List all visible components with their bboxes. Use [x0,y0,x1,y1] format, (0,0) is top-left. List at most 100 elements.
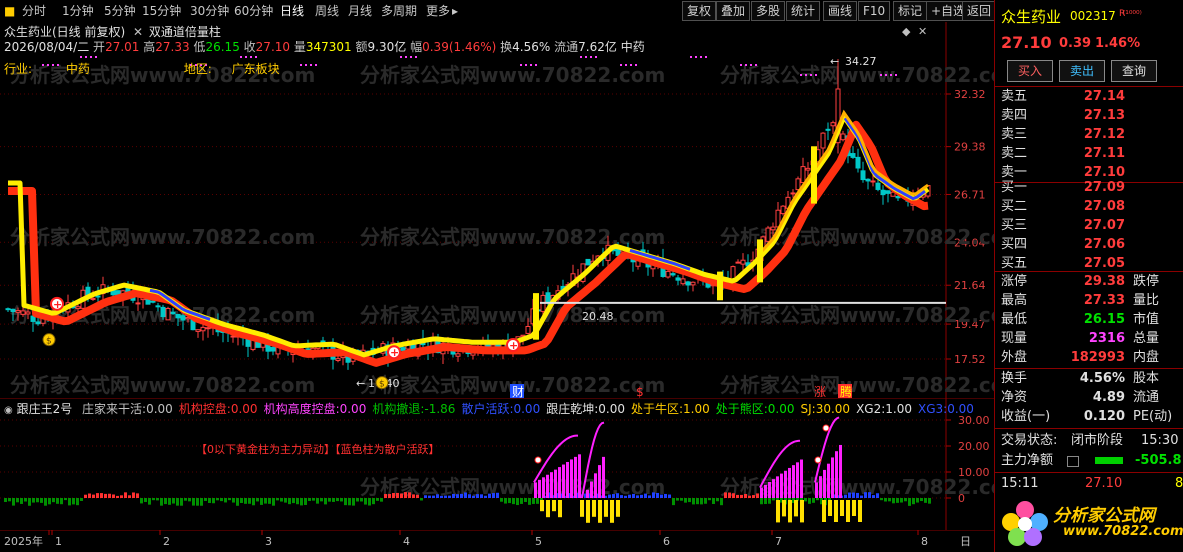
ind-bar [112,494,115,498]
gold-bar-2 [800,500,804,523]
ind-item-value: 0.00 [767,402,795,416]
ind-bar [912,498,915,505]
period-tab-2[interactable]: 5分钟 [104,3,136,19]
kline-chart[interactable]: 32.3229.3826.7124.0421.6419.4717.52分析家公式… [0,22,994,402]
period-tab-3[interactable]: 15分钟 [142,3,181,19]
toolbar-button-0[interactable]: 复权 [682,1,717,21]
watermark-3: 分析家公式网www.70822.com [10,225,315,249]
amt-label: 额 [355,40,368,54]
indicator-title[interactable]: 跟庄王2号 [17,402,73,416]
toolbar-button-8[interactable]: 返回 [962,1,997,21]
trade-status-row: 交易状态: 闭市阶段 15:30 [995,431,1183,450]
gold-bar-2 [794,500,798,517]
candle-body [170,311,176,315]
ind-signal-icon-0 [534,456,542,464]
coin-sign-0: $ [46,337,52,347]
period-tab-0[interactable]: 分时 [22,3,46,19]
ind-bar [340,498,343,502]
ind-bar [868,492,871,498]
diamond-icon[interactable]: ◆ [902,25,910,38]
ind-bar [652,492,655,498]
ind-bar [460,493,463,498]
candle-body [665,270,671,278]
window-close-icon[interactable]: ✕ [918,25,927,38]
magenta-bar-3 [835,451,838,498]
signal-dot-6-3 [535,64,537,66]
ind-bar [664,493,667,498]
ind-item-10: XG3:0.00 [918,402,974,416]
ind-bar [64,498,67,501]
sell-button[interactable]: 卖出 [1059,60,1105,82]
signal-dot-1-2 [90,56,92,58]
period-tab-1[interactable]: 1分钟 [62,3,94,19]
candle-body [15,310,21,313]
candle-body [865,178,871,182]
time-label-7: 7 [775,535,782,548]
ind-bar [212,498,215,504]
magenta-bar-3 [831,457,834,498]
signal-dot-7-2 [590,56,592,58]
period-tab-8[interactable]: 月线 [348,3,372,19]
region-value: 广东板块 [231,62,280,76]
period-tab-7[interactable]: 周线 [315,3,339,19]
ind-bar [8,498,11,502]
ind-item-4: 散户活跃:0.00 [461,402,540,416]
period-tab-6[interactable]: 日线 [280,3,304,19]
toolbar-button-5[interactable]: F10 [858,1,891,21]
ind-bar [692,498,695,505]
ind-bar [716,498,719,502]
ind-bar [528,498,531,505]
ind-bar [680,498,683,501]
period-tab-5[interactable]: 60分钟 [234,3,273,19]
candle-body [35,321,41,325]
gold-bar-1 [616,500,620,517]
period-tab-10[interactable]: 更多 [426,3,450,19]
magenta-bar-1 [602,456,605,498]
period-tab-9[interactable]: 多周期 [381,3,417,19]
query-button[interactable]: 查询 [1111,60,1157,82]
ind-bar [532,498,535,504]
flow-chart-icon[interactable] [1067,456,1079,467]
candle-body [670,273,676,276]
logo-text: 分析家公式网 [1053,506,1155,526]
bid-row-2-label: 买三 [1001,218,1028,233]
ind-bar [916,498,919,503]
ind-bar [388,494,391,498]
bid-row-0-label: 买一 [1001,180,1028,195]
stat-row-1-value: 27.33 [1083,293,1125,308]
volume-highlight-bar-2 [811,146,817,204]
stat2-row-1-label: 净资 [1001,390,1028,405]
more-caret-icon[interactable]: ▸ [452,3,458,19]
magenta-bar-2 [760,487,763,498]
ind-item-1: 机构控盘:0.00 [179,402,258,416]
toolbar-button-3[interactable]: 统计 [786,1,821,21]
toolbar-button-1[interactable]: 叠加 [716,1,751,21]
menu-square-icon[interactable]: ■ [4,3,15,19]
indicator-chart[interactable]: 30.0020.0010.000分析家公式网www.70822.com 分析家公式… [0,398,994,530]
indicator-settings-icon[interactable]: ◉ [4,405,13,416]
magenta-bar-0 [554,469,557,498]
ind-bar [616,493,619,498]
ind-bar [704,498,707,504]
candle-body [780,205,786,215]
indicator-name[interactable]: 双通道倍量柱 [149,25,221,39]
bid-row-3: 买四 27.06 [995,235,1183,254]
close-x-icon[interactable]: ✕ [133,25,143,39]
float-label: 流通 [554,40,579,54]
period-tab-4[interactable]: 30分钟 [190,3,229,19]
signal-dot-5-2 [410,56,412,58]
ask-row-1-label: 卖四 [1001,108,1028,123]
candle-body [165,307,171,321]
ind-bar [892,498,895,504]
signal-dot-10-2 [750,64,752,66]
stat-row-4-value: 182993 [1070,350,1125,365]
toolbar-button-6[interactable]: 标记 [893,1,928,21]
toolbar-button-2[interactable]: 多股 [751,1,786,21]
ind-bar [628,494,631,498]
signal-dot-12-3 [895,74,897,76]
price-tick-label-2: 26.71 [954,188,986,201]
toolbar-button-4[interactable]: 画线 [823,1,858,21]
ind-bar [872,495,875,498]
signal-dot-11-3 [815,74,817,76]
buy-button[interactable]: 买入 [1007,60,1053,82]
